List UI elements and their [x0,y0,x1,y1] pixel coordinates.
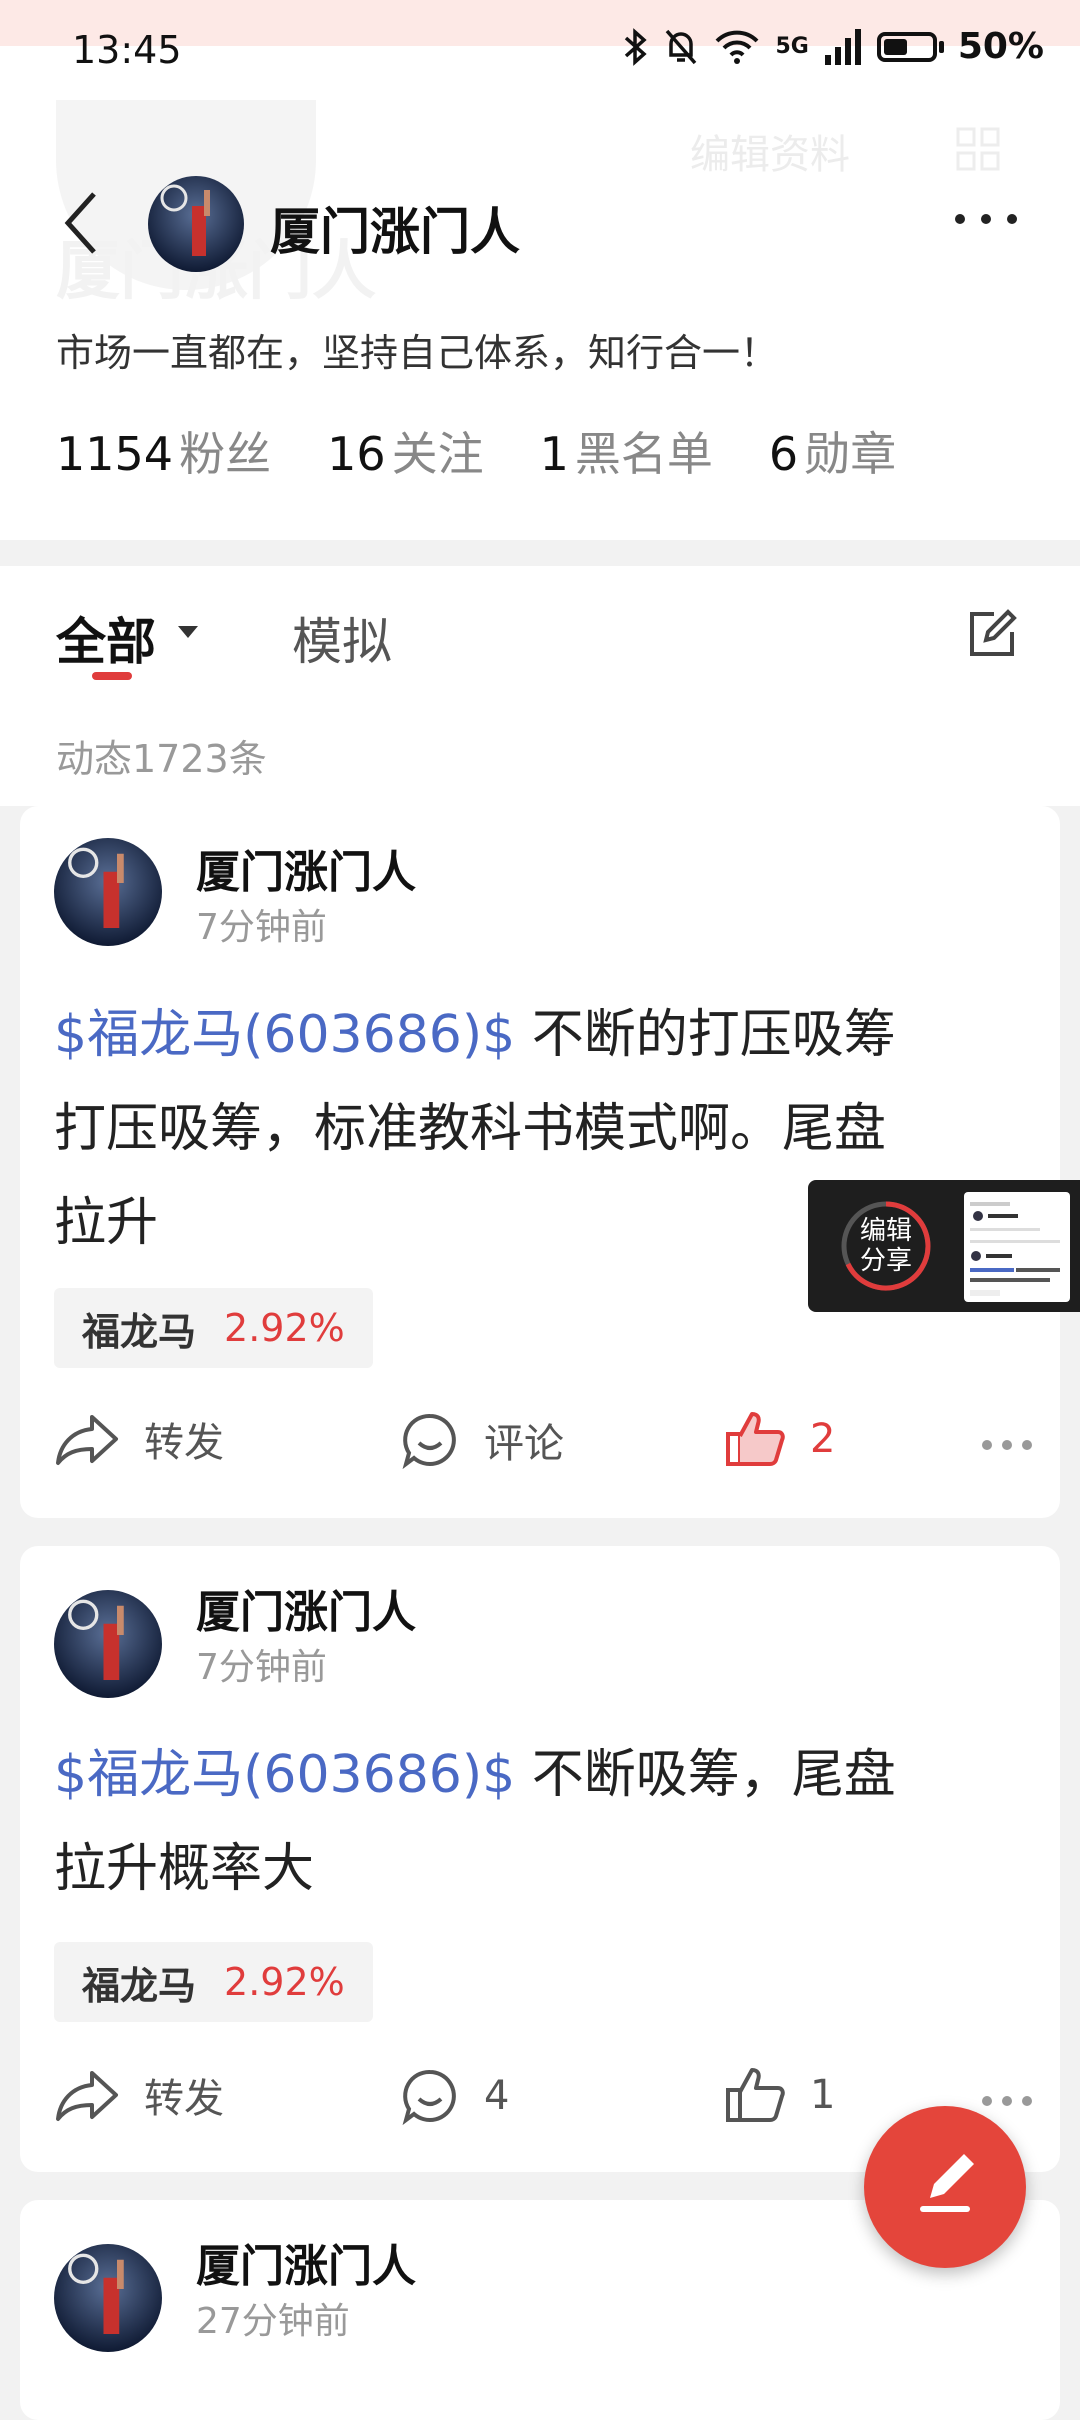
stock-tag-name: 福龙马 [82,1963,197,2008]
compose-icon[interactable] [964,606,1020,662]
post-time: 7分钟前 [196,1647,327,1688]
caret-down-icon[interactable] [178,626,198,638]
stat-blacklist[interactable]: 1 黑名单 [540,418,713,484]
stat-label: 粉丝 [179,427,272,481]
post-text: 拉升概率大 [54,1839,315,1899]
tab-simulation[interactable]: 模拟 [292,602,392,674]
tab-all[interactable]: 全部 [56,602,156,674]
battery-percent: 50% [957,26,1044,67]
profile-stats: 1154 粉丝 16 关注 1 黑名单 6 勋章 [56,418,896,484]
stock-tag[interactable]: 福龙马 2.92% [54,1942,373,2022]
bluetooth-icon [625,27,648,66]
more-options-icon[interactable] [950,204,1022,234]
like-button[interactable]: 2 [724,1410,835,1468]
stock-tag-change: 2.92% [224,1960,345,2004]
avatar[interactable] [54,2244,162,2352]
back-arrow-icon[interactable] [58,188,108,258]
thumbs-up-icon [726,1412,785,1466]
comment-bubble-icon [402,1413,456,1470]
stat-label: 关注 [391,427,484,481]
compose-fab-button[interactable] [864,2106,1026,2268]
post-author[interactable]: 厦门涨门人 [196,836,416,900]
repost-button[interactable]: 转发 [54,2066,224,2124]
post-author[interactable]: 厦门涨门人 [196,2230,416,2294]
like-count: 1 [810,2072,836,2118]
repost-label: 转发 [144,1420,224,1466]
signal-icon [824,28,861,65]
profile-header: 编辑资料 厦门涨门人 厦门涨门人 市场一直都在，坚持自己体系，知行合一！ 115… [0,100,1080,540]
status-icons: 5G 50% [623,26,1044,67]
stat-number: 1154 [56,427,174,481]
avatar[interactable] [54,1590,162,1698]
mute-bell-icon [666,29,697,64]
stock-link[interactable]: $福龙马(603686)$ [54,1745,515,1805]
post-text: 不断吸筹，尾盘 [515,1745,896,1805]
avatar[interactable] [54,838,162,946]
repost-label: 转发 [144,2076,224,2122]
repost-button[interactable]: 转发 [54,1410,224,1468]
network-label: 5G [775,34,809,59]
avatar[interactable] [148,176,244,272]
post-content[interactable]: $福龙马(603686)$ 不断吸筹，尾盘 拉升概率大 [54,1728,1054,1916]
grid-icon [956,127,1000,171]
stat-medals[interactable]: 6 勋章 [769,418,896,484]
comment-button[interactable]: 评论 [400,1410,564,1470]
share-line-edit: 编辑 [859,1216,912,1246]
profile-bio: 市场一直都在，坚持自己体系，知行合一！ [56,331,779,375]
stock-tag-name: 福龙马 [82,1309,197,1354]
stat-number: 6 [768,427,799,481]
feed-tabs: 全部 模拟 [0,566,1080,716]
post-time: 27分钟前 [196,2301,350,2342]
share-label: 编辑 分享 [838,1216,934,1276]
tab-active-indicator [92,672,132,680]
like-button[interactable]: 1 [724,2066,835,2124]
post-text: 打压吸筹，标准教科书模式啊。尾盘 [54,1099,887,1159]
stat-number: 1 [539,427,569,481]
stock-link[interactable]: $福龙马(603686)$ [54,1005,515,1065]
comment-bubble-icon [402,2069,456,2126]
share-popup[interactable]: 编辑 分享 [808,1180,1080,1312]
post-actions: 转发 评论 2 [54,1410,1044,1480]
comment-count: 4 [484,2073,510,2119]
comment-button[interactable]: 4 [400,2066,509,2126]
post-card[interactable]: 厦门涨门人 7分钟前 $福龙马(603686)$ 不断的打压吸筹 打压吸筹，标准… [20,806,1060,1518]
stat-number: 16 [327,427,386,481]
more-dots-icon[interactable] [980,1438,1034,1452]
pencil-icon [920,2154,974,2212]
like-count: 2 [810,1416,836,1462]
battery-icon [876,31,944,62]
status-bar: 13:45 5G 50% [0,0,1080,100]
share-line-share: 分享 [859,1246,912,1276]
status-time: 13:45 [72,28,182,72]
stat-followers[interactable]: 1154 粉丝 [56,418,271,484]
comment-label: 评论 [484,1421,564,1467]
page-title: 厦门涨门人 [270,203,520,261]
wifi-icon [716,30,759,64]
stock-tag[interactable]: 福龙马 2.92% [54,1288,373,1368]
post-text: 不断的打压吸筹 [515,1005,896,1065]
stat-following[interactable]: 16 关注 [327,418,484,484]
post-count: 动态1723条 [56,737,267,781]
post-card[interactable]: 厦门涨门人 7分钟前 $福龙马(603686)$ 不断吸筹，尾盘 拉升概率大 福… [20,1546,1060,2172]
stat-label: 勋章 [804,427,897,481]
screenshot-thumbnail[interactable] [964,1192,1070,1302]
ghost-edit-profile: 编辑资料 [690,132,850,178]
thumbs-up-icon [726,2068,785,2122]
feed-count-bar: 动态1723条 [0,716,1080,806]
stat-label: 黑名单 [574,427,713,481]
share-arrow-icon [56,2071,118,2121]
share-arrow-icon [56,1415,118,1465]
post-author[interactable]: 厦门涨门人 [196,1576,416,1640]
stock-tag-change: 2.92% [224,1306,345,1350]
post-time: 7分钟前 [196,907,327,948]
